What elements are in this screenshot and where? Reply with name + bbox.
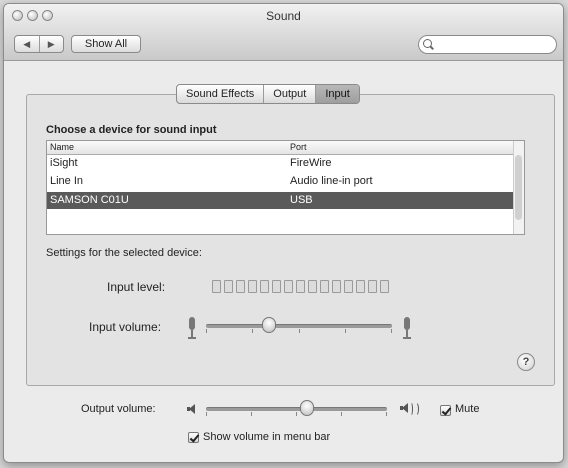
level-segment — [332, 280, 341, 293]
device-port: Audio line-in port — [290, 175, 373, 187]
output-volume-slider[interactable] — [206, 400, 387, 416]
show-all-button[interactable]: Show All — [71, 35, 141, 53]
input-volume-knob[interactable] — [262, 317, 277, 333]
speaker-low-icon — [187, 404, 197, 414]
device-name: Line In — [50, 175, 84, 187]
back-forward-control: ◀ ▶ — [14, 35, 64, 53]
level-segment — [236, 280, 245, 293]
level-segment — [260, 280, 269, 293]
level-segment — [272, 280, 281, 293]
scrollbar-thumb[interactable] — [515, 155, 522, 220]
input-volume-label: Input volume: — [89, 320, 162, 334]
settings-heading: Settings for the selected device: — [46, 247, 202, 259]
level-segment — [320, 280, 329, 293]
level-segment — [284, 280, 293, 293]
speaker-high-icon — [400, 402, 422, 416]
microphone-high-icon — [402, 317, 412, 339]
output-volume-knob[interactable] — [300, 400, 315, 416]
level-segment — [356, 280, 365, 293]
table-row-selected[interactable]: SAMSON C01U USB — [47, 192, 514, 209]
slider-tick — [298, 329, 300, 333]
tab-input[interactable]: Input — [316, 85, 359, 103]
window-title: Sound — [266, 9, 301, 23]
show-volume-menubar-label[interactable]: Show volume in menu bar — [203, 431, 330, 443]
show-volume-menubar-checkbox[interactable] — [188, 432, 199, 443]
slider-tick — [391, 329, 392, 333]
slider-tick — [296, 412, 297, 416]
tab-output[interactable]: Output — [264, 85, 317, 103]
microphone-low-icon — [187, 317, 197, 339]
level-segment — [296, 280, 305, 293]
forward-button[interactable]: ▶ — [40, 36, 64, 52]
level-segment — [212, 280, 221, 293]
device-port: USB — [290, 194, 313, 206]
column-header-port[interactable]: Port — [290, 141, 307, 154]
slider-tick — [251, 412, 252, 416]
search-icon — [423, 39, 432, 48]
slider-tick — [341, 412, 342, 416]
input-device-table: Name Port iSight FireWire Line In Audio … — [46, 140, 525, 235]
table-header: Name Port — [47, 141, 514, 155]
slider-tick — [252, 329, 254, 333]
mute-checkbox[interactable] — [440, 405, 451, 416]
output-volume-label: Output volume: — [81, 403, 156, 415]
level-segment — [248, 280, 257, 293]
slider-tick — [344, 329, 346, 333]
device-port: FireWire — [290, 157, 332, 169]
device-name: iSight — [50, 157, 78, 169]
tab-sound-effects[interactable]: Sound Effects — [177, 85, 265, 103]
level-segment — [368, 280, 377, 293]
level-segment — [224, 280, 233, 293]
slider-tick — [206, 412, 207, 416]
level-segment — [308, 280, 317, 293]
device-name: SAMSON C01U — [50, 194, 129, 206]
table-row[interactable]: Line In Audio line-in port — [47, 173, 514, 190]
mute-label[interactable]: Mute — [455, 403, 479, 415]
level-segment — [344, 280, 353, 293]
table-row[interactable]: iSight FireWire — [47, 155, 514, 172]
slider-tick — [386, 412, 387, 416]
sound-preferences-window: Sound ◀ ▶ Show All Sound Effects Output … — [3, 3, 564, 463]
slider-tick — [206, 329, 207, 333]
tab-content-panel — [26, 94, 555, 386]
search-input[interactable] — [418, 35, 557, 54]
titlebar: Sound ◀ ▶ Show All — [4, 4, 563, 61]
tab-bar: Sound Effects Output Input — [176, 84, 360, 104]
input-level-label: Input level: — [107, 280, 166, 294]
table-scrollbar[interactable] — [513, 141, 524, 234]
back-button[interactable]: ◀ — [15, 36, 40, 52]
input-volume-slider[interactable] — [206, 317, 392, 333]
column-header-name[interactable]: Name — [50, 141, 74, 154]
input-level-meter — [212, 280, 389, 293]
help-button[interactable]: ? — [517, 353, 535, 371]
choose-device-heading: Choose a device for sound input — [46, 124, 217, 136]
level-segment — [380, 280, 389, 293]
